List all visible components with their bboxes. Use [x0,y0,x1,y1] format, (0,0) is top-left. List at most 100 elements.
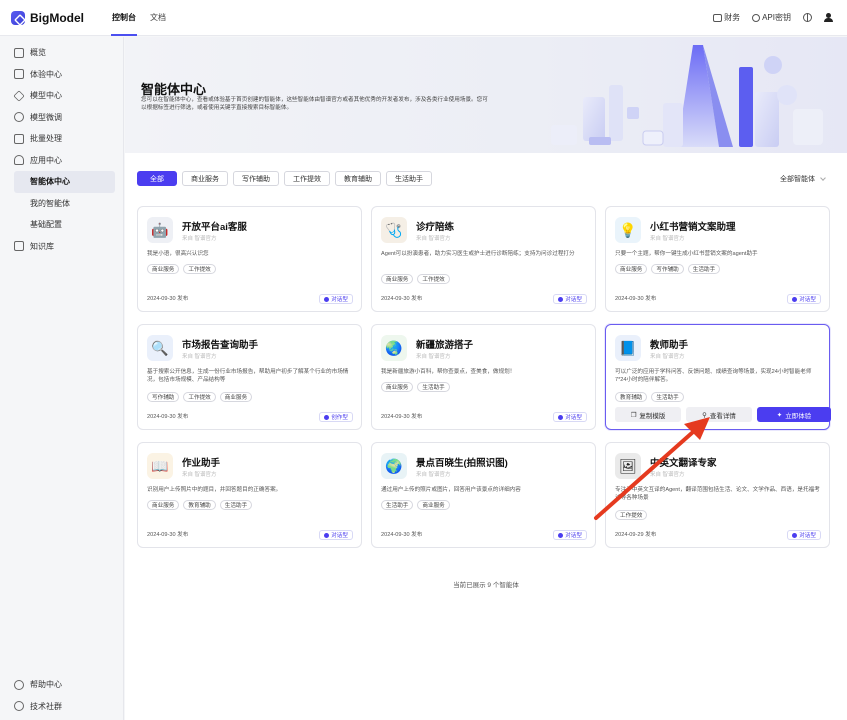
create-icon [324,414,330,420]
card-date: 2024-09-30 发布 [381,532,423,538]
sidebar-item-help[interactable]: 帮助中心 [0,674,124,696]
user-menu[interactable] [824,13,833,22]
filter-business[interactable]: 商业服务 [182,171,228,186]
agent-card[interactable]: 🌍 景点百晓生(拍照识图) 来自 智谱官方 通过用户上传的照片或图片，回答用户该… [371,442,596,548]
app-icon [14,155,24,166]
logo[interactable]: BigModel [11,10,103,25]
sidebar-item-community[interactable]: 技术社群 [0,696,124,718]
card-description: Agent可以扮演患者，助力实习医生或护士进行诊断陪练；支持为问诊过程打分 [381,251,575,257]
monitor-icon [14,47,24,58]
card-date: 2024-09-30 发布 [147,296,189,302]
filter-all[interactable]: 全部 [137,171,177,186]
card-description: 识别用户上传照片中的题目，并回答题目的正确答案。 [147,487,282,493]
details-icon: ⚲ [702,411,707,419]
sidebar-item-overview[interactable]: 概览 [0,42,123,64]
user-icon [824,13,833,22]
sidebar-item-my-agents[interactable]: 我的智能体 [0,193,123,215]
card-type-badge: 对话型 [319,530,353,540]
sidebar: 概览 体验中心 模型中心 模型微调 批量处理 应用中心 智能体中心 我的智能体 … [0,37,124,720]
lightbulb-icon: 💡 [615,217,641,243]
card-tags: 生活助手 商业服务 [381,500,450,510]
translate-icon: 🖼 [615,453,641,479]
card-title: 诊疗陪练 [416,222,455,233]
sidebar-item-models[interactable]: 模型中心 [0,85,123,107]
book-icon [14,241,24,252]
wallet-icon [713,13,723,22]
language-button[interactable] [803,13,812,22]
result-count: 当前已展示 9 个智能体 [453,582,519,589]
sidebar-item-agent-center[interactable]: 智能体中心 [14,171,115,193]
card-date: 2024-09-30 发布 [147,532,189,538]
agent-card[interactable]: 🤖 开放平台ai客服 来自 智谱官方 我是小语，很高兴认识您 商业服务 工作提效… [137,206,362,312]
chat-icon [558,296,564,302]
key-icon [752,13,761,22]
card-tags: 商业服务 写作辅助 生活助手 [615,264,721,274]
sidebar-item-apps[interactable]: 应用中心 [0,150,123,172]
brackets-icon [14,133,24,144]
page-description: 您可以在智能体中心，查看或体验基于首页创建的智能体，这些智能体由智谱官方或者其他… [141,97,488,111]
card-title: 中英文翻译专家 [650,458,717,469]
sidebar-item-knowledge[interactable]: 知识库 [0,236,123,258]
card-tags: 商业服务 工作提效 [381,274,450,284]
card-date: 2024-09-30 发布 [381,296,423,302]
sidebar-item-finetune[interactable]: 模型微调 [0,107,123,129]
copy-icon: ❐ [630,411,637,419]
finance-link[interactable]: 财务 [713,12,740,23]
card-date: 2024-09-30 发布 [381,414,423,420]
filter-education[interactable]: 教育辅助 [335,171,381,186]
agent-card[interactable]: 🌏 新疆旅游搭子 来自 智谱官方 我是新疆旅游小百科，帮你查景点，查美食，做规划… [371,324,596,430]
card-source: 来自 智谱官方 [182,236,217,242]
book-icon: 📘 [615,335,641,361]
magnifier-icon: 🔍 [147,335,173,361]
sparkle-icon: ✦ [776,411,783,419]
top-nav: 控制台 文档 [105,0,173,36]
card-source: 来自 智谱官方 [182,472,217,478]
agent-card[interactable]: 🔍 市场报告查询助手 来自 智谱官方 基于搜索公开信息，生成一份行业市场报告，帮… [137,324,362,430]
filter-productivity[interactable]: 工作提效 [284,171,330,186]
card-type-badge: 对话型 [553,530,587,540]
card-tags: 商业服务 教育辅助 生活助手 [147,500,253,510]
card-title: 作业助手 [182,458,221,469]
agent-card[interactable]: 🖼 中英文翻译专家 来自 智谱官方 专注于中英文互译的Agent，翻译范围包括生… [605,442,830,548]
sidebar-item-batch[interactable]: 批量处理 [0,128,123,150]
top-bar: BigModel 控制台 文档 财务 API密钥 [0,0,847,36]
card-description: 基于搜索公开信息，生成一份行业市场报告，帮助用户初步了解某个行业的市场情况，包括… [147,369,349,383]
hero-banner: 智能体中心 您可以在智能体中心，查看或体验基于首页创建的智能体，这些智能体由智谱… [125,37,847,153]
main-content: 智能体中心 您可以在智能体中心，查看或体验基于首页创建的智能体，这些智能体由智谱… [125,37,847,720]
card-source: 来自 智谱官方 [182,354,217,360]
try-now-button[interactable]: ✦ 立即体验 [757,407,831,422]
card-type-badge: 对话型 [553,294,587,304]
card-actions: ❐ 复制模版 ⚲ 查看详情 ✦ 立即体验 [615,407,831,422]
chat-icon [792,532,798,538]
agent-card[interactable]: 💡 小红书营销文案助理 来自 智谱官方 只要一个主题，帮你一键生成小红书营销文案… [605,206,830,312]
top-right-actions: 财务 API密钥 [713,12,833,23]
copy-template-button[interactable]: ❐ 复制模版 [615,407,681,422]
chat-icon [324,296,330,302]
chevron-down-icon [820,175,826,181]
card-title: 新疆旅游搭子 [416,340,474,351]
card-source: 来自 智谱官方 [416,472,451,478]
card-source: 来自 智谱官方 [416,354,451,360]
api-key-link[interactable]: API密钥 [752,12,791,23]
nav-console[interactable]: 控制台 [105,0,143,36]
community-icon [14,701,24,712]
filter-writing[interactable]: 写作辅助 [233,171,279,186]
card-description: 可以广泛的应用于学科问答、反馈问题、成绩查询等场景，实现24小时智能老师 7*2… [615,369,812,383]
agent-card-highlighted[interactable]: 📘 教师助手 来自 智谱官方 可以广泛的应用于学科问答、反馈问题、成绩查询等场景… [605,324,831,430]
sidebar-item-experience[interactable]: 体验中心 [0,64,123,86]
filter-chips: 全部 商业服务 写作辅助 工作提效 教育辅助 生活助手 [137,171,432,186]
agent-card[interactable]: 📖 作业助手 来自 智谱官方 识别用户上传照片中的题目，并回答题目的正确答案。 … [137,442,362,548]
sidebar-item-config[interactable]: 基础配置 [0,214,123,236]
card-description: 我是小语，很高兴认识您 [147,251,209,257]
card-description: 我是新疆旅游小百科，帮你查景点，查美食，做规划！ [381,369,516,375]
agent-card[interactable]: 🩺 诊疗陪练 来自 智谱官方 Agent可以扮演患者，助力实习医生或护士进行诊断… [371,206,596,312]
agent-type-select[interactable]: 全部智能体 [780,174,826,184]
nav-docs[interactable]: 文档 [143,0,173,36]
chat-icon [558,532,564,538]
cube-icon [13,90,25,102]
filter-life[interactable]: 生活助手 [386,171,432,186]
view-details-button[interactable]: ⚲ 查看详情 [686,407,752,422]
layout-icon [14,69,24,80]
card-source: 来自 智谱官方 [650,236,685,242]
chat-icon [324,532,330,538]
